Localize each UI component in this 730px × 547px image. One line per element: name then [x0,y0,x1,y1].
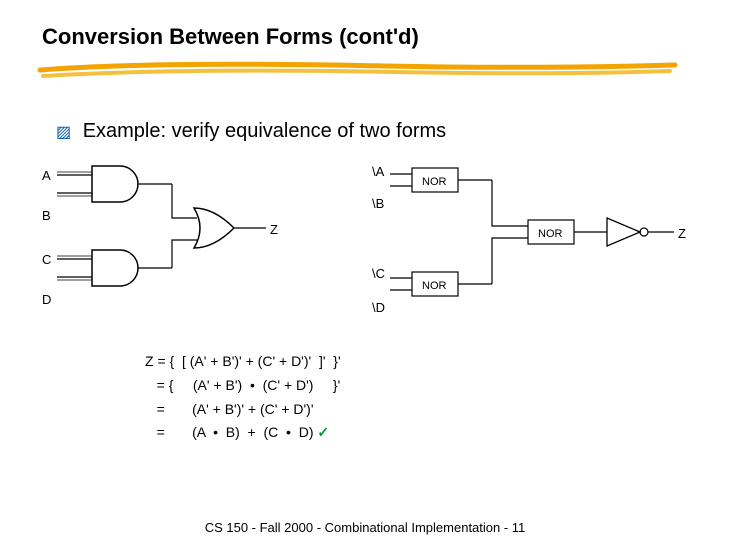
circuit-diagram: A B C D Z \A \B \C \D NOR NOR NOR Z [42,160,692,340]
deriv-line-1: Z = { [ (A' + B')' + (C' + D')' ]' }' [145,353,341,369]
section-heading: ▨ Example: verify equivalence of two for… [56,120,446,143]
page-footer: CS 150 - Fall 2000 - Combinational Imple… [0,520,730,535]
label-nC: \C [372,266,385,281]
section-text: Example: verify equivalence of two forms [83,120,447,142]
and-gate-1 [57,166,172,202]
label-NOR2: NOR [422,280,446,292]
check-icon: ✓ [317,424,329,440]
circuit-svg [42,160,692,340]
page-title: Conversion Between Forms (cont'd) [42,24,419,50]
label-A: A [42,168,51,183]
label-NOR3: NOR [538,228,562,240]
label-Z-right: Z [678,226,686,241]
label-nB: \B [372,196,384,211]
deriv-line-4: = (A • B) + (C • D) [145,424,317,440]
bullet-icon: ▨ [56,122,71,142]
deriv-line-3: = (A' + B')' + (C' + D')' [145,401,314,417]
label-D: D [42,292,51,307]
or-gate-left [194,208,266,248]
title-underline [35,58,695,86]
inverter [607,218,674,246]
label-NOR1: NOR [422,176,446,188]
label-C: C [42,252,51,267]
deriv-line-2: = { (A' + B') • (C' + D') }' [145,377,340,393]
and-gate-2 [57,250,172,286]
label-Z-left: Z [270,222,278,237]
derivation-block: Z = { [ (A' + B')' + (C' + D')' ]' }' = … [145,350,341,445]
label-nA: \A [372,164,384,179]
label-B: B [42,208,51,223]
label-nD: \D [372,300,385,315]
